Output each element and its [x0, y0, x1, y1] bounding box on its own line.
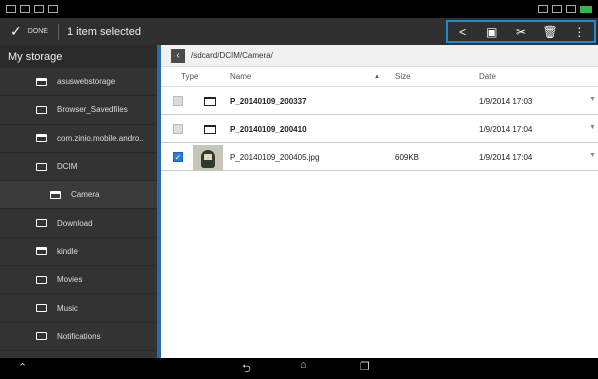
sidebar-item-dcim[interactable]: DCIM — [0, 153, 157, 182]
image-thumbnail — [193, 145, 223, 171]
file-date: 1/9/2014 17:04 — [479, 125, 533, 134]
folder-icon — [36, 162, 47, 171]
sidebar-item-kindle[interactable]: kindle — [0, 238, 157, 267]
sidebar-item-camera[interactable]: Camera — [0, 181, 157, 210]
status-bar — [0, 0, 598, 18]
file-size: 609KB — [395, 153, 420, 162]
chevron-down-icon[interactable]: ▼ — [589, 96, 596, 103]
recent-apps-icon[interactable]: ❐ — [360, 360, 370, 373]
sidebar-item-label: Music — [57, 303, 78, 313]
copy-icon[interactable]: ▣ — [481, 23, 503, 41]
navigation-bar: ⌃ ⮌ ⌂ ❐ — [0, 358, 598, 377]
vibrate-icon — [538, 5, 548, 13]
sidebar-item-browser-savedfiles[interactable]: Browser_Savedfiles — [0, 96, 157, 125]
row-checkbox[interactable] — [173, 124, 183, 134]
folder-icon — [36, 275, 47, 284]
table-row[interactable]: P_20140109_200410 1/9/2014 17:04 ▼ — [161, 115, 598, 143]
row-checkbox-checked[interactable]: ✓ — [173, 152, 183, 162]
sidebar-item-label: DCIM — [57, 162, 78, 172]
file-name: P_20140109_200410 — [230, 125, 307, 134]
sidebar-item-download[interactable]: Download — [0, 209, 157, 238]
hide-keyboard-icon[interactable]: ⌃ — [18, 361, 27, 374]
column-name[interactable]: Name — [230, 72, 251, 81]
sidebar-item-label: Camera — [71, 190, 100, 200]
sort-ascending-icon: ▲ — [374, 73, 380, 80]
sidebar-item-label: Browser_Savedfiles — [57, 105, 128, 115]
folder-arrow-icon — [36, 247, 47, 256]
folder-icon — [204, 97, 216, 106]
sidebar-item-label: Notifications — [57, 331, 101, 341]
folder-icon — [36, 332, 47, 341]
column-date[interactable]: Date — [479, 72, 496, 81]
sidebar: My storage asuswebstorage Browser_Savedf… — [0, 45, 157, 358]
home-icon[interactable]: ⌂ — [300, 359, 307, 371]
sidebar-item-label: asuswebstorage — [57, 77, 116, 87]
sidebar-title: My storage — [0, 45, 157, 68]
done-label: DONE — [27, 28, 48, 35]
column-type[interactable]: Type — [181, 72, 198, 81]
more-icon[interactable]: ⋮ — [568, 23, 590, 41]
back-nav-icon[interactable]: ⮌ — [242, 360, 251, 379]
chevron-down-icon[interactable]: ▼ — [589, 124, 596, 131]
sidebar-item-notifications[interactable]: Notifications — [0, 323, 157, 351]
battery-icon — [566, 5, 576, 13]
action-bar: ✓ DONE 1 item selected < ▣ ✂ 🗑 ⋮ — [0, 18, 598, 45]
notification-icon — [6, 5, 16, 13]
folder-icon — [36, 105, 47, 114]
action-buttons-group: < ▣ ✂ 🗑 ⋮ — [446, 20, 596, 43]
breadcrumb: ‹ /sdcard/DCIM/Camera/ — [161, 45, 598, 67]
row-checkbox[interactable] — [173, 96, 183, 106]
folder-icon — [36, 304, 47, 313]
screenshot-icon — [48, 5, 58, 13]
cut-icon[interactable]: ✂ — [510, 23, 532, 41]
file-name: P_20140109_200337 — [230, 97, 307, 106]
column-size[interactable]: Size — [395, 72, 411, 81]
sidebar-item-movies[interactable]: Movies — [0, 266, 157, 295]
sidebar-item-music[interactable]: Music — [0, 294, 157, 323]
sidebar-item-label: Movies — [57, 275, 83, 285]
back-icon[interactable]: ‹ — [171, 48, 185, 63]
folder-icon — [204, 125, 216, 134]
chevron-down-icon[interactable]: ▼ — [589, 152, 596, 159]
column-header-row: Type Name ▲ Size Date — [161, 67, 598, 87]
folder-arrow-icon — [36, 77, 47, 86]
file-date: 1/9/2014 17:04 — [479, 153, 533, 162]
share-icon[interactable]: < — [452, 23, 474, 41]
battery-level-icon — [580, 5, 592, 13]
file-name: P_20140109_200405.jpg — [230, 153, 320, 162]
sidebar-item-label: com.zinio.mobile.andro.. — [57, 133, 144, 143]
file-date: 1/9/2014 17:03 — [479, 97, 533, 106]
table-row[interactable]: P_20140109_200337 1/9/2014 17:03 ▼ — [161, 87, 598, 115]
folder-arrow-icon — [36, 134, 47, 143]
sidebar-item-asuswebstorage[interactable]: asuswebstorage — [0, 68, 157, 97]
folder-icon — [36, 219, 47, 228]
delete-icon[interactable]: 🗑 — [539, 23, 561, 41]
sidebar-item-com-zinio[interactable]: com.zinio.mobile.andro.. — [0, 125, 157, 153]
table-row[interactable]: ✓ P_20140109_200405.jpg 609KB 1/9/2014 1… — [161, 143, 598, 171]
sidebar-item-label: kindle — [57, 246, 78, 256]
checkmark-icon: ✓ — [10, 23, 22, 39]
file-list-pane: ‹ /sdcard/DCIM/Camera/ Type Name ▲ Size … — [161, 45, 598, 358]
voicemail-icon — [34, 5, 44, 13]
folder-arrow-icon — [50, 190, 61, 199]
selected-count-text: 1 item selected — [66, 25, 141, 38]
warning-icon — [20, 5, 30, 13]
wifi-icon — [552, 5, 562, 13]
current-path: /sdcard/DCIM/Camera/ — [191, 51, 273, 60]
done-button[interactable]: ✓ DONE — [0, 18, 58, 45]
sidebar-item-label: Download — [57, 218, 93, 228]
